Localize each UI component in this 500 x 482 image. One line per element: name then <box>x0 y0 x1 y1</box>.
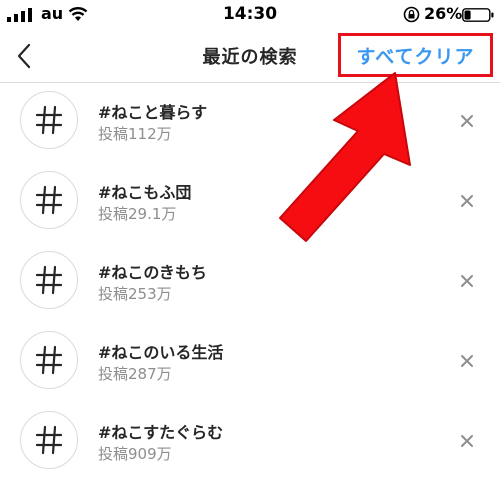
post-count: 投稿287万 <box>98 365 172 383</box>
close-icon[interactable] <box>458 352 476 370</box>
hashtag-icon <box>35 105 63 135</box>
close-icon[interactable] <box>458 432 476 450</box>
list-item[interactable]: #ねこすたぐらむ 投稿909万 <box>0 402 500 482</box>
rotation-lock-icon <box>403 6 420 23</box>
hashtag-icon <box>35 185 63 215</box>
hashtag-name: #ねこと暮らす <box>98 103 208 122</box>
hashtag-avatar <box>20 171 78 229</box>
post-count: 投稿29.1万 <box>98 205 177 223</box>
annotation-arrow <box>279 72 411 242</box>
hashtag-avatar <box>20 411 78 469</box>
hashtag-icon <box>35 345 63 375</box>
post-count: 投稿112万 <box>98 125 172 143</box>
close-icon[interactable] <box>458 272 476 290</box>
hashtag-name: #ねこのきもち <box>98 263 207 282</box>
status-bar: au 14:30 26% <box>0 0 500 30</box>
battery-icon <box>462 8 494 22</box>
post-count: 投稿253万 <box>98 285 172 303</box>
hashtag-icon <box>35 265 63 295</box>
hashtag-avatar <box>20 91 78 149</box>
post-count: 投稿909万 <box>98 445 172 463</box>
hashtag-avatar <box>20 251 78 309</box>
close-icon[interactable] <box>458 192 476 210</box>
close-icon[interactable] <box>458 112 476 130</box>
hashtag-name: #ねこもふ団 <box>98 183 192 202</box>
hashtag-name: #ねこのいる生活 <box>98 343 224 362</box>
list-item[interactable]: #ねこのいる生活 投稿287万 <box>0 322 500 402</box>
hashtag-icon <box>35 425 63 455</box>
battery-percentage: 26% <box>424 4 463 23</box>
hashtag-name: #ねこすたぐらむ <box>98 423 224 442</box>
hashtag-avatar <box>20 331 78 389</box>
